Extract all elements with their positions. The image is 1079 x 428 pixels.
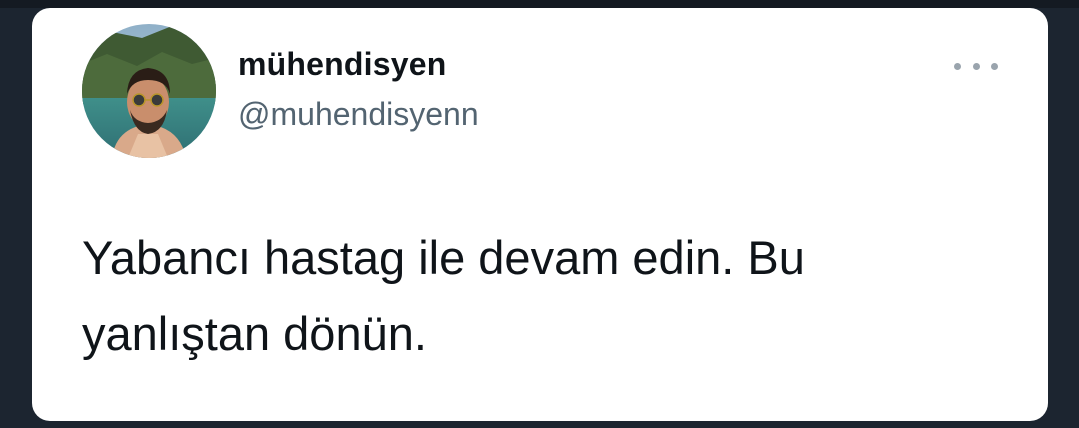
more-dot xyxy=(991,62,998,70)
profile-photo-icon xyxy=(82,24,216,158)
author-display-name[interactable]: mühendisyen xyxy=(238,46,446,83)
tweet-text: Yabancı hastag ile devam edin. Bu yanlış… xyxy=(82,231,805,360)
more-horizontal-icon[interactable] xyxy=(954,54,998,78)
avatar[interactable] xyxy=(82,24,216,158)
author-handle[interactable]: @muhendisyenn xyxy=(238,96,479,133)
more-dot xyxy=(954,62,961,70)
tweet-card[interactable]: mühendisyen @muhendisyenn Yabancı hastag… xyxy=(32,8,1048,421)
screen-frame-top xyxy=(0,0,1079,8)
more-dot xyxy=(972,62,980,70)
